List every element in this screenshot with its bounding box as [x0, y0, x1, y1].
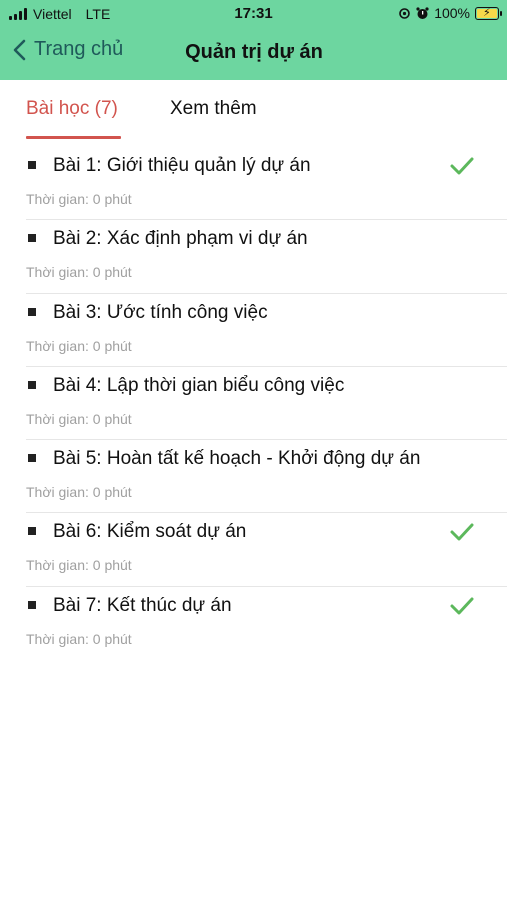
lesson-title: Bài 2: Xác định phạm vi dự án [53, 228, 308, 250]
square-bullet-icon [28, 527, 36, 536]
checkmark-icon [450, 523, 474, 541]
page-title: Quản trị dự án [185, 41, 323, 63]
square-bullet-icon [28, 307, 36, 316]
list-item[interactable]: Bài 1: Giới thiệu quản lý dự án Thời gian… [26, 147, 507, 221]
checkmark-icon [450, 597, 474, 615]
square-bullet-icon [28, 234, 36, 243]
alarm-icon [416, 6, 429, 20]
lesson-duration: Thời gian: 0 phút [26, 630, 132, 647]
battery-percent: 100% [434, 5, 470, 21]
lesson-title: Bài 6: Kiểm soát dự án [53, 521, 247, 543]
checkmark-icon [450, 157, 474, 175]
status-bar: Viettel LTE 17:31 100% ⚡ [0, 0, 507, 28]
status-right: 100% ⚡ [398, 5, 502, 21]
lesson-title: Bài 5: Hoàn tất kế hoạch - Khởi động dự … [53, 448, 421, 470]
list-item[interactable]: Bài 6: Kiểm soát dự án Thời gian: 0 phút [26, 513, 507, 587]
square-bullet-icon [28, 454, 36, 463]
lesson-title: Bài 3: Ước tính công việc [53, 301, 268, 323]
square-bullet-icon [28, 380, 36, 389]
list-item[interactable]: Bài 4: Lập thời gian biểu công việc Thời … [26, 367, 507, 441]
orientation-lock-icon [398, 7, 411, 20]
lesson-title: Bài 1: Giới thiệu quản lý dự án [53, 155, 311, 176]
square-bullet-icon [28, 161, 36, 169]
lesson-duration: Thời gian: 0 phút [26, 557, 132, 574]
lesson-duration: Thời gian: 0 phút [26, 484, 132, 501]
top-bar: Viettel LTE 17:31 100% ⚡ Trang chủ Quản … [0, 0, 507, 80]
tab-see-more[interactable]: Xem thêm [170, 98, 257, 120]
lesson-list: Bài 1: Giới thiệu quản lý dự án Thời gian… [0, 147, 507, 660]
lesson-duration: Thời gian: 0 phút [26, 337, 132, 354]
tab-bar: Bài học (7) Xem thêm [0, 80, 507, 140]
tab-lessons[interactable]: Bài học (7) [26, 98, 118, 120]
lesson-duration: Thời gian: 0 phút [26, 410, 132, 427]
lesson-title: Bài 7: Kết thúc dự án [53, 594, 232, 616]
list-item[interactable]: Bài 7: Kết thúc dự án Thời gian: 0 phút [26, 587, 507, 660]
list-item[interactable]: Bài 3: Ước tính công việc Thời gian: 0 ph… [26, 294, 507, 367]
list-item[interactable]: Bài 5: Hoàn tất kế hoạch - Khởi động dự … [26, 440, 507, 514]
list-item[interactable]: Bài 2: Xác định phạm vi dự án Thời gian: … [26, 220, 507, 294]
lesson-duration: Thời gian: 0 phút [26, 191, 132, 207]
battery-icon: ⚡ [475, 6, 502, 20]
lesson-duration: Thời gian: 0 phút [26, 264, 132, 281]
lesson-title: Bài 4: Lập thời gian biểu công việc [53, 374, 345, 396]
nav-header: Trang chủ Quản trị dự án [0, 28, 507, 80]
square-bullet-icon [28, 600, 36, 609]
active-tab-indicator [26, 136, 121, 139]
